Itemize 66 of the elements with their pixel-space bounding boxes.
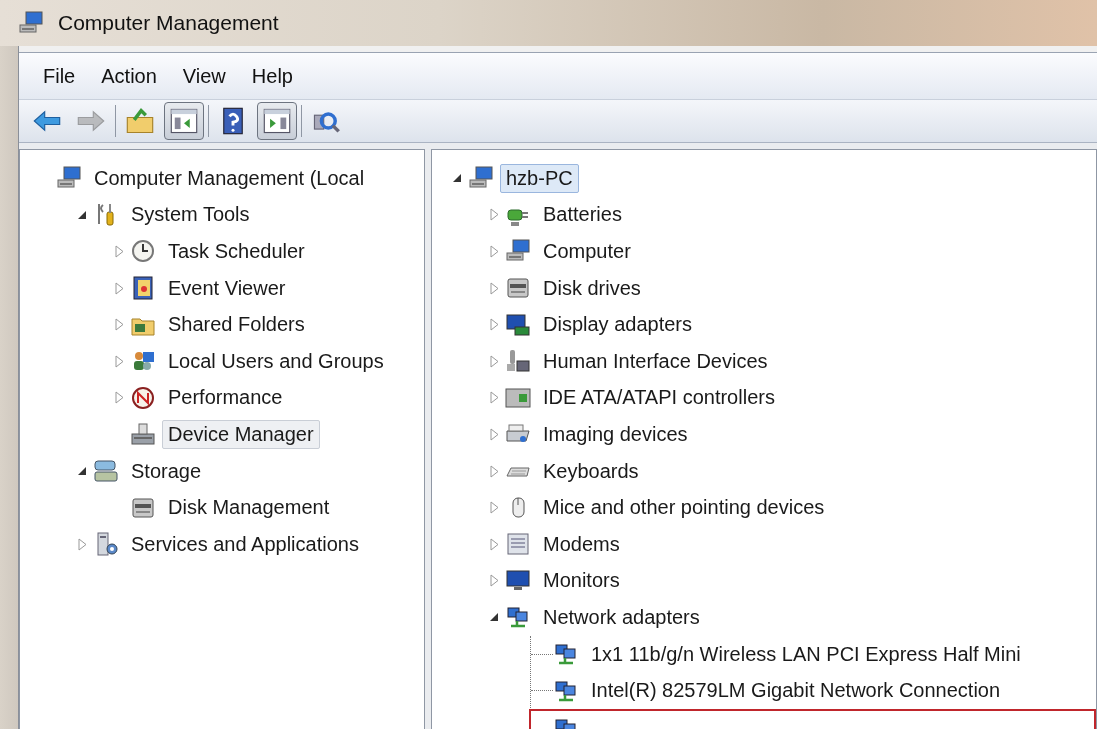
tree-item[interactable]: Computer Management (Local xyxy=(88,163,371,193)
collapsed-triangle-icon[interactable] xyxy=(77,537,87,551)
collapsed-triangle-icon[interactable] xyxy=(114,281,124,295)
tree-item[interactable]: Human Interface Devices xyxy=(537,346,774,376)
collapsed-triangle-icon[interactable] xyxy=(489,537,499,551)
collapsed-triangle-icon[interactable] xyxy=(489,391,499,405)
menu-item[interactable]: File xyxy=(33,60,86,92)
tree-item[interactable]: Monitors xyxy=(537,566,626,596)
collapsed-triangle-icon[interactable] xyxy=(489,574,499,588)
tree-item[interactable]: Shared Folders xyxy=(162,310,311,340)
tree-item[interactable]: Modems xyxy=(537,529,626,559)
action-pane-button[interactable] xyxy=(257,102,297,140)
network-icon xyxy=(553,641,579,667)
pane-right-icon xyxy=(262,106,292,136)
tree-item[interactable]: Device Manager xyxy=(162,419,320,449)
expanded-triangle-icon[interactable] xyxy=(77,466,87,477)
collapsed-triangle-icon[interactable] xyxy=(489,354,499,368)
tree-item[interactable]: Display adapters xyxy=(537,310,698,340)
collapsed-triangle-icon[interactable] xyxy=(114,391,124,405)
folder-up-icon xyxy=(125,106,155,136)
collapsed-triangle-icon[interactable] xyxy=(489,208,499,222)
notebook-icon xyxy=(130,275,156,302)
collapsed-triangle-icon[interactable] xyxy=(489,245,499,258)
computer-icon xyxy=(18,10,44,36)
clock-icon xyxy=(130,238,156,265)
tree-item[interactable]: 1x1 11b/g/n Wireless LAN PCI Express Half Mini xyxy=(585,639,1027,669)
tree-item[interactable]: Disk drives xyxy=(537,273,647,303)
tree-item[interactable]: Intel(R) 82579LM Gigabit Network Connection xyxy=(585,676,1007,706)
console-tree-button[interactable] xyxy=(164,102,204,140)
hardware-icon xyxy=(130,421,156,448)
tree-item[interactable]: Keyboards xyxy=(537,456,645,486)
collapsed-triangle-icon[interactable] xyxy=(489,318,499,332)
expanded-triangle-icon[interactable] xyxy=(452,173,462,184)
tree-item[interactable]: Local Users and Groups xyxy=(162,346,390,376)
modem-icon xyxy=(505,531,531,558)
collapsed-triangle-icon[interactable] xyxy=(489,427,499,441)
tree-item[interactable]: Disk Management xyxy=(162,493,336,523)
collapsed-triangle-icon[interactable] xyxy=(114,354,124,368)
collapsed-triangle-icon[interactable] xyxy=(489,501,499,515)
tree-item[interactable]: Event Viewer xyxy=(162,273,292,303)
storage-icon xyxy=(93,458,119,485)
window-title: Computer Management xyxy=(58,11,279,35)
collapsed-triangle-icon[interactable] xyxy=(114,318,124,332)
expanded-triangle-icon[interactable] xyxy=(77,209,87,220)
tree-item[interactable]: Mice and other pointing devices xyxy=(537,493,831,523)
tree-item[interactable]: Task Scheduler xyxy=(162,237,311,266)
tree-item[interactable]: IDE ATA/ATAPI controllers xyxy=(537,383,781,413)
menu-item[interactable]: Action xyxy=(91,60,167,92)
collapsed-triangle-icon[interactable] xyxy=(114,245,124,258)
tree-item[interactable]: Storage xyxy=(125,456,208,486)
pane-left-icon xyxy=(169,106,199,136)
menu-item[interactable]: View xyxy=(172,60,236,92)
tree-item[interactable]: Imaging devices xyxy=(537,419,694,449)
tree-item[interactable]: Computer xyxy=(537,237,637,266)
display-adapter-icon xyxy=(505,311,531,338)
tree-item[interactable]: hzb-PC xyxy=(500,163,579,193)
menu-item[interactable]: Help xyxy=(241,60,303,92)
tree-item[interactable]: Services and Applications xyxy=(125,529,365,559)
collapsed-triangle-icon[interactable] xyxy=(489,281,499,295)
tree-item[interactable]: Batteries xyxy=(537,200,628,230)
input-device-icon xyxy=(505,348,531,375)
tree-item[interactable]: System Tools xyxy=(125,200,256,230)
collapsed-triangle-icon[interactable] xyxy=(489,464,499,478)
expanded-triangle-icon[interactable] xyxy=(489,612,499,623)
tree-item[interactable]: Performance xyxy=(162,383,289,413)
tree-item[interactable]: Network adapters xyxy=(537,602,706,632)
